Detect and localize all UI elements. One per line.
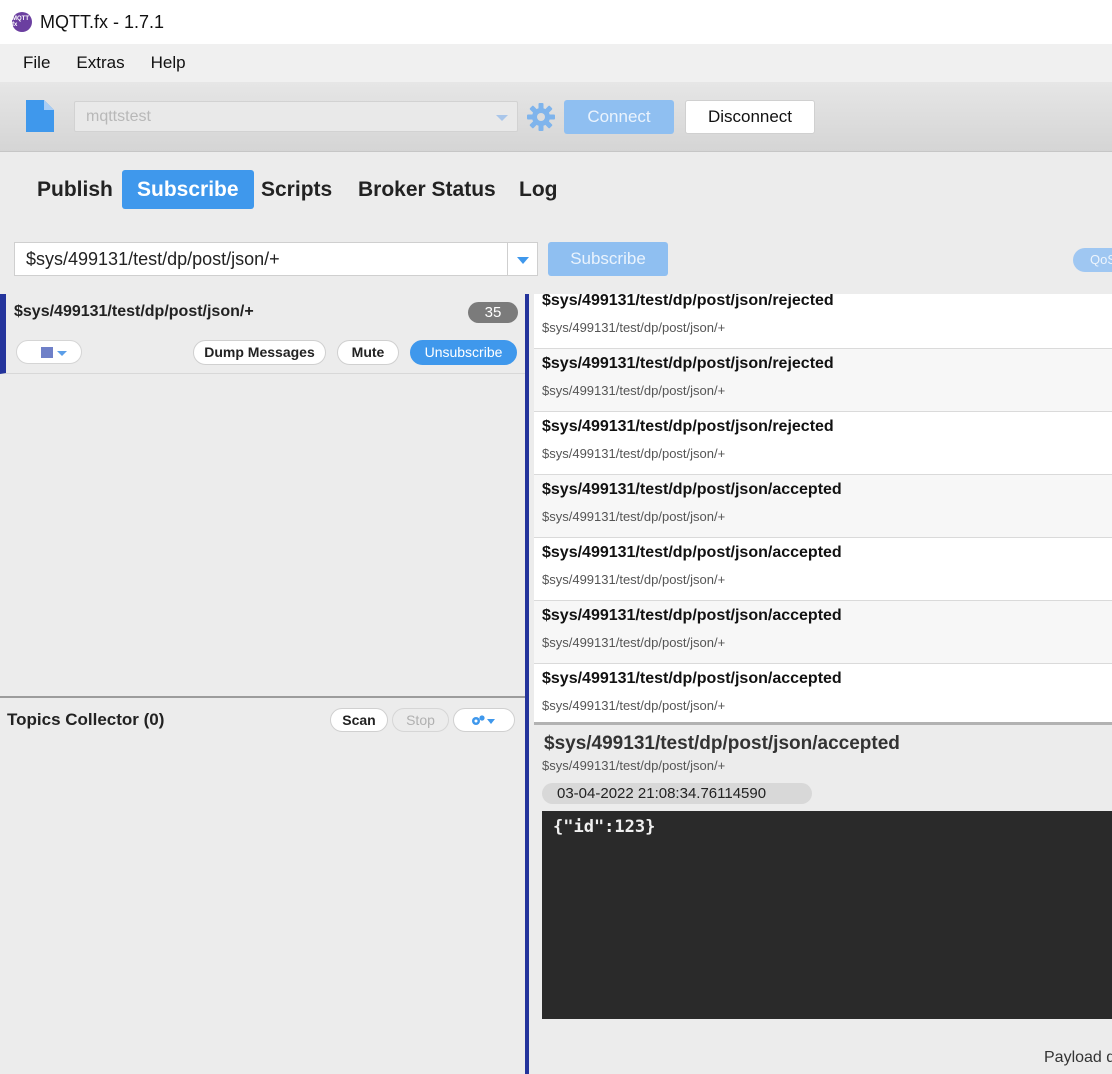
menu-extras[interactable]: Extras: [63, 53, 137, 73]
message-subscription: $sys/499131/test/dp/post/json/+: [542, 698, 726, 713]
message-subscription: $sys/499131/test/dp/post/json/+: [542, 383, 726, 398]
message-topic: $sys/499131/test/dp/post/json/rejected: [542, 294, 834, 309]
message-item[interactable]: $sys/499131/test/dp/post/json/rejected $…: [534, 412, 1112, 475]
title-bar: MQTT fx MQTT.fx - 1.7.1: [0, 0, 1112, 44]
topic-history-dropdown[interactable]: [507, 242, 538, 276]
color-swatch-icon: [41, 347, 53, 358]
mute-button[interactable]: Mute: [337, 340, 399, 365]
gears-menu-icon: [472, 715, 495, 725]
subscribe-button[interactable]: Subscribe: [548, 242, 668, 276]
tab-broker-status[interactable]: Broker Status: [343, 170, 511, 209]
chevron-down-icon: [496, 115, 508, 121]
message-item[interactable]: $sys/499131/test/dp/post/json/rejected $…: [534, 294, 1112, 349]
gear-icon[interactable]: [526, 102, 556, 132]
scan-button[interactable]: Scan: [330, 708, 388, 732]
subscribe-topic-input[interactable]: $sys/499131/test/dp/post/json/+: [14, 242, 507, 276]
message-list[interactable]: $sys/499131/test/dp/post/json/rejected $…: [534, 294, 1112, 722]
payload-decoder-label: Payload d: [1044, 1049, 1112, 1066]
disconnect-button[interactable]: Disconnect: [685, 100, 815, 134]
selection-indicator: [525, 294, 529, 1074]
chevron-down-icon: [57, 351, 67, 356]
message-subscription: $sys/499131/test/dp/post/json/+: [542, 446, 726, 461]
message-subscription: $sys/499131/test/dp/post/json/+: [542, 320, 726, 335]
payload-viewer[interactable]: {"id":123}: [542, 811, 1112, 1019]
detail-topic: $sys/499131/test/dp/post/json/accepted: [544, 733, 900, 754]
connection-profile-select[interactable]: mqttstest: [74, 101, 518, 132]
tab-subscribe[interactable]: Subscribe: [122, 170, 254, 209]
message-item[interactable]: $sys/499131/test/dp/post/json/accepted $…: [534, 475, 1112, 538]
message-topic: $sys/499131/test/dp/post/json/rejected: [542, 418, 834, 435]
menu-file[interactable]: File: [10, 53, 63, 73]
message-item[interactable]: $sys/499131/test/dp/post/json/accepted $…: [534, 664, 1112, 722]
message-item[interactable]: $sys/499131/test/dp/post/json/accepted $…: [534, 601, 1112, 664]
connection-profile-value: mqttstest: [86, 108, 151, 125]
message-item[interactable]: $sys/499131/test/dp/post/json/rejected $…: [534, 349, 1112, 412]
split-pane-divider[interactable]: [525, 294, 534, 1074]
message-subscription: $sys/499131/test/dp/post/json/+: [542, 635, 726, 650]
connection-toolbar: mqttstest Connect Disconnect: [0, 82, 1112, 152]
tab-publish[interactable]: Publish: [22, 170, 128, 209]
stop-button[interactable]: Stop: [392, 708, 449, 732]
message-topic: $sys/499131/test/dp/post/json/accepted: [542, 481, 842, 498]
subscription-topic: $sys/499131/test/dp/post/json/+: [14, 303, 254, 320]
subscription-color-picker[interactable]: [16, 340, 82, 364]
message-topic: $sys/499131/test/dp/post/json/rejected: [542, 355, 834, 372]
menu-bar: File Extras Help: [0, 44, 1112, 82]
message-subscription: $sys/499131/test/dp/post/json/+: [542, 509, 726, 524]
collector-options-button[interactable]: [453, 708, 515, 732]
dump-messages-button[interactable]: Dump Messages: [193, 340, 326, 365]
topics-collector-title: Topics Collector (0): [7, 710, 165, 729]
tab-scripts[interactable]: Scripts: [246, 170, 347, 209]
qos-selector[interactable]: QoS: [1073, 248, 1112, 272]
message-topic: $sys/499131/test/dp/post/json/accepted: [542, 544, 842, 561]
main-tabs: Publish Subscribe Scripts Broker Status …: [0, 152, 1112, 232]
message-topic: $sys/499131/test/dp/post/json/accepted: [542, 607, 842, 624]
chevron-down-icon: [517, 257, 529, 264]
new-document-icon[interactable]: [26, 100, 54, 132]
message-count-badge: 35: [468, 302, 518, 323]
panel-divider[interactable]: [0, 696, 525, 698]
message-topic: $sys/499131/test/dp/post/json/accepted: [542, 670, 842, 687]
message-item[interactable]: $sys/499131/test/dp/post/json/accepted $…: [534, 538, 1112, 601]
mqttfx-logo-icon: MQTT fx: [12, 12, 32, 32]
subscriptions-panel: $sys/499131/test/dp/post/json/+ 35 Dump …: [0, 294, 525, 1074]
connect-button[interactable]: Connect: [564, 100, 674, 134]
menu-help[interactable]: Help: [138, 53, 199, 73]
tab-log[interactable]: Log: [504, 170, 572, 209]
unsubscribe-button[interactable]: Unsubscribe: [410, 340, 517, 365]
message-detail: $sys/499131/test/dp/post/json/accepted $…: [534, 725, 1112, 1074]
detail-subscription: $sys/499131/test/dp/post/json/+: [542, 758, 726, 773]
message-subscription: $sys/499131/test/dp/post/json/+: [542, 572, 726, 587]
subscription-entry[interactable]: $sys/499131/test/dp/post/json/+ 35 Dump …: [0, 294, 525, 374]
window-title: MQTT.fx - 1.7.1: [40, 11, 165, 32]
message-timestamp: 03-04-2022 21:08:34.76114590: [542, 783, 812, 804]
